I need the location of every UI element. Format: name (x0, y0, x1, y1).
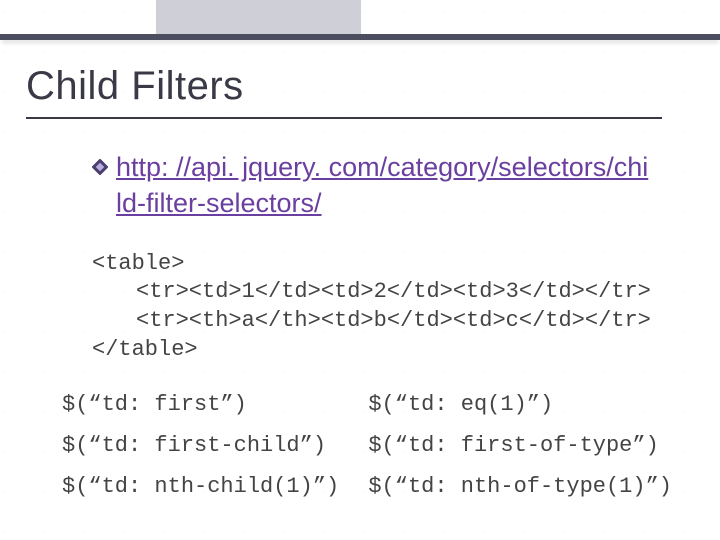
html-code-example: <table> <tr><td>1</td><td>2</td><td>3</t… (92, 250, 690, 364)
table-row: $(“td: first-child”) $(“td: first-of-typ… (62, 425, 690, 466)
slide-body: Child Filters http: //api. jquery. com/c… (0, 40, 720, 540)
jquery-api-link[interactable]: http: //api. jquery. com/category/select… (116, 149, 650, 222)
title-underline (26, 117, 662, 119)
selector-cell: $(“td: first-child”) (62, 425, 368, 466)
code-line-text: <tr><td>1</td><td>2</td><td>3</td></tr> (136, 279, 651, 304)
selector-cell: $(“td: eq(1)”) (368, 384, 690, 425)
selector-cell: $(“td: nth-child(1)”) (62, 466, 368, 507)
code-line: </table> (92, 336, 690, 365)
selector-cell: $(“td: nth-of-type(1)”) (368, 466, 690, 507)
selector-cell: $(“td: first”) (62, 384, 368, 425)
header-bar-fragment (156, 0, 361, 34)
code-line: <tr><th>a</th><td>b</td><td>c</td></tr> (92, 307, 690, 336)
slide-title: Child Filters (26, 64, 690, 109)
code-line: <tr><td>1</td><td>2</td><td>3</td></tr> (92, 278, 690, 307)
code-line: <table> (92, 250, 690, 279)
selector-cell: $(“td: first-of-type”) (368, 425, 690, 466)
code-line-text: <tr><th>a</th><td>b</td><td>c</td></tr> (136, 308, 651, 333)
bullet-row: http: //api. jquery. com/category/select… (92, 149, 650, 222)
table-row: $(“td: first”) $(“td: eq(1)”) (62, 384, 690, 425)
selector-examples-table: $(“td: first”) $(“td: eq(1)”) $(“td: fir… (62, 384, 690, 507)
table-row: $(“td: nth-child(1)”) $(“td: nth-of-type… (62, 466, 690, 507)
diamond-bullet-icon (92, 159, 108, 180)
